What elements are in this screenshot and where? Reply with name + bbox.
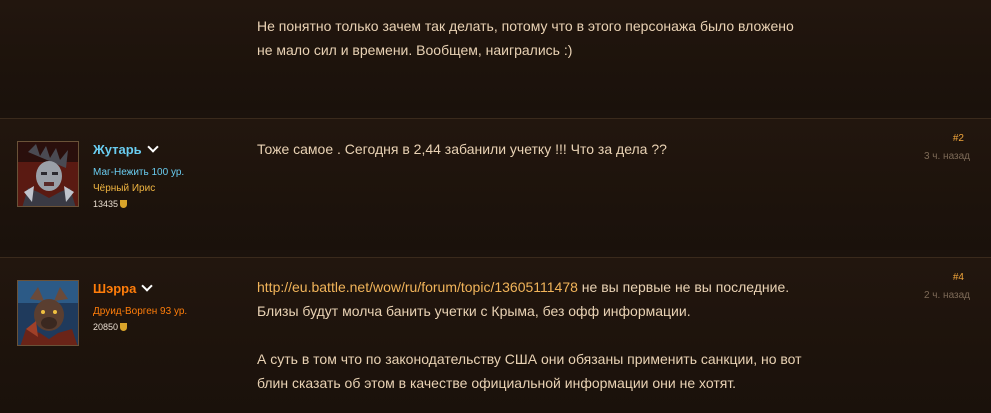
post-text-line: http://eu.battle.net/wow/ru/forum/topic/…	[257, 275, 817, 299]
chevron-down-icon[interactable]	[147, 141, 159, 153]
post-body: http://eu.battle.net/wow/ru/forum/topic/…	[257, 275, 817, 395]
post-text-line: Близы будут молча банить учетки с Крыма,…	[257, 303, 691, 319]
post-text-line: Тоже самое . Сегодня в 2,44 забанили уче…	[257, 141, 667, 157]
post-text-line: Не понятно только зачем так делать, пото…	[257, 18, 794, 34]
shield-icon	[120, 200, 128, 208]
forum-topic-link[interactable]: http://eu.battle.net/wow/ru/forum/topic/…	[257, 279, 578, 295]
post-number[interactable]: #4	[953, 272, 964, 283]
character-class-level[interactable]: Друид-Ворген 93 ур.	[93, 306, 187, 317]
post-timestamp: 3 ч. назад	[923, 151, 970, 162]
author-name-row[interactable]: Жутарь	[93, 141, 159, 157]
worgen-druid-portrait	[18, 281, 78, 345]
author-avatar[interactable]	[17, 141, 79, 207]
author-name-row[interactable]: Шэрра	[93, 280, 154, 296]
forum-post-4: Шэрра Друид-Ворген 93 ур. 20850 http://e…	[0, 257, 991, 413]
author-avatar[interactable]	[17, 280, 79, 346]
author-name[interactable]: Жутарь	[93, 142, 142, 157]
achievement-points-value: 20850	[93, 322, 119, 332]
post-body: Не понятно только зачем так делать, пото…	[257, 14, 817, 62]
post-text-line: А суть в том что по законодательству США…	[257, 351, 802, 367]
achievement-points-value: 13435	[93, 199, 119, 209]
achievement-points: 13435	[93, 199, 128, 209]
author-name[interactable]: Шэрра	[93, 281, 136, 296]
character-class-level[interactable]: Маг-Нежить 100 ур.	[93, 167, 184, 178]
forum-post-previous: Не понятно только зачем так делать, пото…	[0, 0, 991, 110]
undead-mage-portrait	[18, 142, 78, 206]
post-timestamp: 2 ч. назад	[923, 290, 970, 301]
chevron-down-icon[interactable]	[141, 280, 154, 292]
post-number[interactable]: #2	[953, 133, 964, 144]
shield-icon	[120, 323, 128, 331]
post-body: Тоже самое . Сегодня в 2,44 забанили уче…	[257, 137, 817, 161]
achievement-points: 20850	[93, 322, 128, 332]
post-text-line: не мало сил и времени. Вообщем, наиграли…	[257, 42, 573, 58]
post-text-line: блин сказать об этом в качестве официаль…	[257, 375, 737, 391]
forum-post-2: Жутарь Маг-Нежить 100 ур. Чёрный Ирис 13…	[0, 118, 991, 250]
guild-name[interactable]: Чёрный Ирис	[93, 183, 155, 194]
post-text-fragment: не вы первые не вы последние.	[577, 279, 790, 295]
